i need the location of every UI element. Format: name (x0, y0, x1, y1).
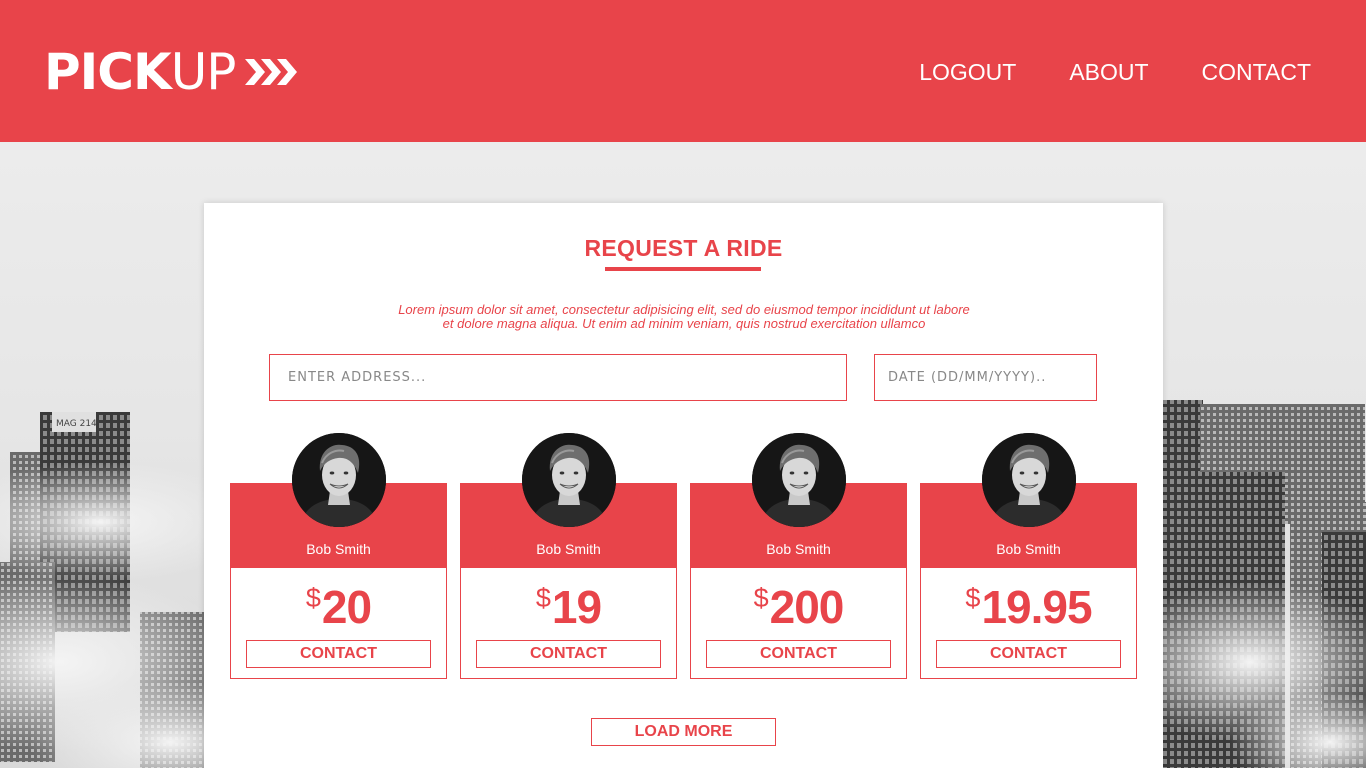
date-input[interactable] (888, 370, 1096, 385)
price-amount: 20 (321, 581, 372, 633)
price-amount: 200 (769, 581, 845, 633)
chevrons-right-icon (245, 59, 298, 85)
avatar[interactable] (982, 433, 1076, 527)
nav-logout-link[interactable]: LOGOUT (919, 58, 1016, 86)
top-header: PICK UP LOGOUT ABOUT CONTACT (0, 0, 1366, 142)
load-more-button[interactable]: LOAD MORE (591, 718, 776, 746)
driver-price: $ 19.95 (921, 582, 1136, 632)
currency-symbol: $ (305, 583, 321, 613)
building-sign: MAG 214 (56, 419, 97, 429)
contact-driver-button[interactable]: CONTACT (706, 640, 891, 668)
driver-card: Bob Smith $ 200 CONTACT (690, 433, 907, 679)
main-nav: LOGOUT ABOUT CONTACT (919, 58, 1311, 86)
avatar[interactable] (752, 433, 846, 527)
price-amount: 19.95 (981, 581, 1092, 633)
contact-driver-button[interactable]: CONTACT (246, 640, 431, 668)
contact-driver-button[interactable]: CONTACT (936, 640, 1121, 668)
avatar[interactable] (292, 433, 386, 527)
currency-symbol: $ (535, 583, 551, 613)
driver-price: $ 200 (691, 582, 906, 632)
price-amount: 19 (551, 581, 602, 633)
date-field[interactable] (874, 354, 1097, 401)
avatar[interactable] (522, 433, 616, 527)
driver-card: Bob Smith $ 19 CONTACT (460, 433, 677, 679)
address-input[interactable] (288, 370, 846, 385)
driver-name: Bob Smith (536, 541, 601, 557)
nav-contact-link[interactable]: CONTACT (1202, 58, 1311, 86)
currency-symbol: $ (965, 583, 981, 613)
pickup-logo[interactable]: PICK UP (44, 46, 301, 98)
driver-name: Bob Smith (306, 541, 371, 557)
driver-card: Bob Smith $ 20 CONTACT (230, 433, 447, 679)
nav-about-link[interactable]: ABOUT (1069, 58, 1148, 86)
driver-name: Bob Smith (766, 541, 831, 557)
request-description: Lorem ipsum dolor sit amet, consectetur … (398, 302, 970, 331)
address-field[interactable] (269, 354, 847, 401)
driver-price: $ 20 (231, 582, 446, 632)
request-ride-panel: REQUEST A RIDE Lorem ipsum dolor sit ame… (204, 203, 1163, 768)
driver-card: Bob Smith $ 19.95 CONTACT (920, 433, 1137, 679)
logo-text-bold: PICK (44, 43, 172, 101)
contact-driver-button[interactable]: CONTACT (476, 640, 661, 668)
driver-price: $ 19 (461, 582, 676, 632)
logo-text-light: UP (170, 43, 237, 101)
currency-symbol: $ (753, 583, 769, 613)
driver-name: Bob Smith (996, 541, 1061, 557)
request-title: REQUEST A RIDE (584, 235, 783, 261)
title-underline (605, 267, 761, 271)
